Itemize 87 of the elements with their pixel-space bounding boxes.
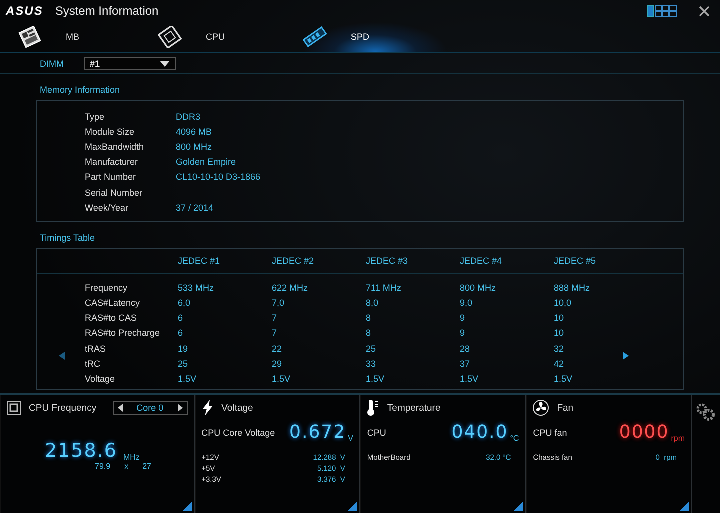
table-cell-text: 10 — [554, 328, 566, 338]
frequency-reading: 2158.6 — [45, 440, 118, 462]
table-cell-text: 800 MHz — [460, 282, 498, 293]
table-cell-text: 8 — [366, 313, 372, 324]
info-value: DDR3 — [176, 112, 202, 122]
table-cell-text: 29 — [272, 358, 284, 369]
table-cell-text: 9 — [460, 313, 466, 324]
table-cell-text: 9 — [460, 328, 466, 338]
table-cell-text: 10,0 — [554, 298, 573, 308]
table-cell-text: 1.5V — [554, 374, 574, 384]
panel-title: Voltage — [222, 402, 254, 414]
table-cell-text: 22 — [272, 344, 284, 354]
row-label: RAS#to CAS — [85, 313, 138, 324]
info-label: Serial Number — [85, 188, 144, 198]
times-sign: x — [124, 462, 129, 471]
table-cell-text: 9,0 — [460, 298, 474, 308]
info-label: Type — [85, 112, 106, 122]
reading-label: CPU fan — [533, 428, 568, 438]
info-value: CL10-10-10 D3-1866 — [176, 172, 262, 182]
info-value: Golden Empire — [176, 157, 238, 168]
table-cell-text: 7,0 — [272, 298, 286, 308]
tab[interactable]: CPU — [158, 22, 303, 52]
table-cell-text: 33 — [366, 358, 378, 369]
row-label: tRC — [85, 358, 102, 369]
table-cell-text: 711 MHz — [366, 282, 402, 293]
info-label: MaxBandwidth — [85, 142, 146, 152]
table-cell-text: 1.5V — [366, 374, 386, 384]
base-clock: 79.9 — [95, 462, 111, 471]
dimm-dropdown[interactable]: #1 — [84, 57, 176, 70]
table-cell-text: 7 — [272, 328, 278, 338]
table-cell-text: 10 — [554, 313, 566, 324]
info-value: 800 MHz — [176, 142, 214, 152]
table-cell-text: 6 — [178, 313, 184, 324]
row-label: Frequency — [85, 282, 129, 293]
info-value: 4096 MB — [176, 126, 214, 137]
info-value: 37 / 2014 — [176, 202, 215, 213]
column-header: JEDEC #4 — [460, 256, 504, 266]
section-title: Memory Information — [39, 84, 122, 97]
row-label: Voltage — [85, 374, 116, 384]
column-header: JEDEC #3 — [366, 256, 410, 266]
table-cell-text: 533 MHz — [178, 282, 216, 293]
table-cell-text: 19 — [178, 344, 190, 354]
table-cell-text: 8 — [366, 328, 372, 338]
panel-title: Fan — [557, 402, 574, 414]
info-label: Manufacturer — [85, 157, 140, 168]
unit-label: °C — [510, 434, 520, 443]
digital-reading: 0000 — [619, 422, 670, 443]
digital-reading: 040.0 — [452, 422, 508, 443]
panel-title: CPU Frequency — [29, 402, 97, 414]
table-cell-text: 6,0 — [178, 298, 192, 308]
tab[interactable]: MB — [18, 22, 158, 52]
core-selector[interactable]: Core 0 — [112, 401, 188, 415]
table-cell-text: 1.5V — [272, 374, 292, 384]
reading-label: CPU Core Voltage — [202, 428, 276, 438]
info-label: Part Number — [85, 172, 138, 182]
unit-label: MHz — [123, 453, 140, 462]
table-cell-text: 28 — [460, 344, 472, 354]
table-cell-text: 1.5V — [178, 374, 198, 384]
column-header: JEDEC #2 — [272, 256, 316, 266]
row-label: tRAS — [85, 344, 108, 354]
table-cell-text: 37 — [460, 358, 472, 369]
table-cell-text: 6 — [178, 328, 184, 338]
row-label: RAS#to Precharge — [85, 328, 162, 338]
table-cell-text: 8,0 — [366, 298, 380, 308]
table-cell-text: 7 — [272, 313, 278, 324]
row-label: CAS#Latency — [85, 298, 142, 308]
unit-label: V — [348, 434, 354, 443]
info-label: Week/Year — [85, 202, 130, 213]
reading-label: CPU — [367, 428, 386, 438]
table-cell-text: 1.5V — [460, 374, 480, 384]
table-cell-text: 888 MHz — [554, 282, 592, 293]
unit-label: rpm — [671, 434, 685, 443]
info-label: Module Size — [85, 126, 136, 137]
window-title: System Information — [55, 4, 159, 18]
section-title: Timings Table — [39, 232, 96, 246]
table-cell-text: 32 — [554, 344, 566, 354]
column-header: JEDEC #1 — [178, 256, 222, 266]
column-header: JEDEC #5 — [554, 256, 598, 266]
table-cell-text: 42 — [554, 358, 566, 369]
dimm-label: DIMM — [40, 58, 64, 68]
table-cell-text: 622 MHz — [272, 282, 310, 293]
multiplier: 27 — [142, 462, 152, 471]
table-cell-text: 25 — [366, 344, 378, 354]
table-cell-text: 25 — [178, 358, 190, 369]
logo: ASUS — [6, 4, 44, 18]
digital-reading: 0.672 — [290, 422, 346, 443]
panel-title: Temperature — [387, 402, 441, 414]
